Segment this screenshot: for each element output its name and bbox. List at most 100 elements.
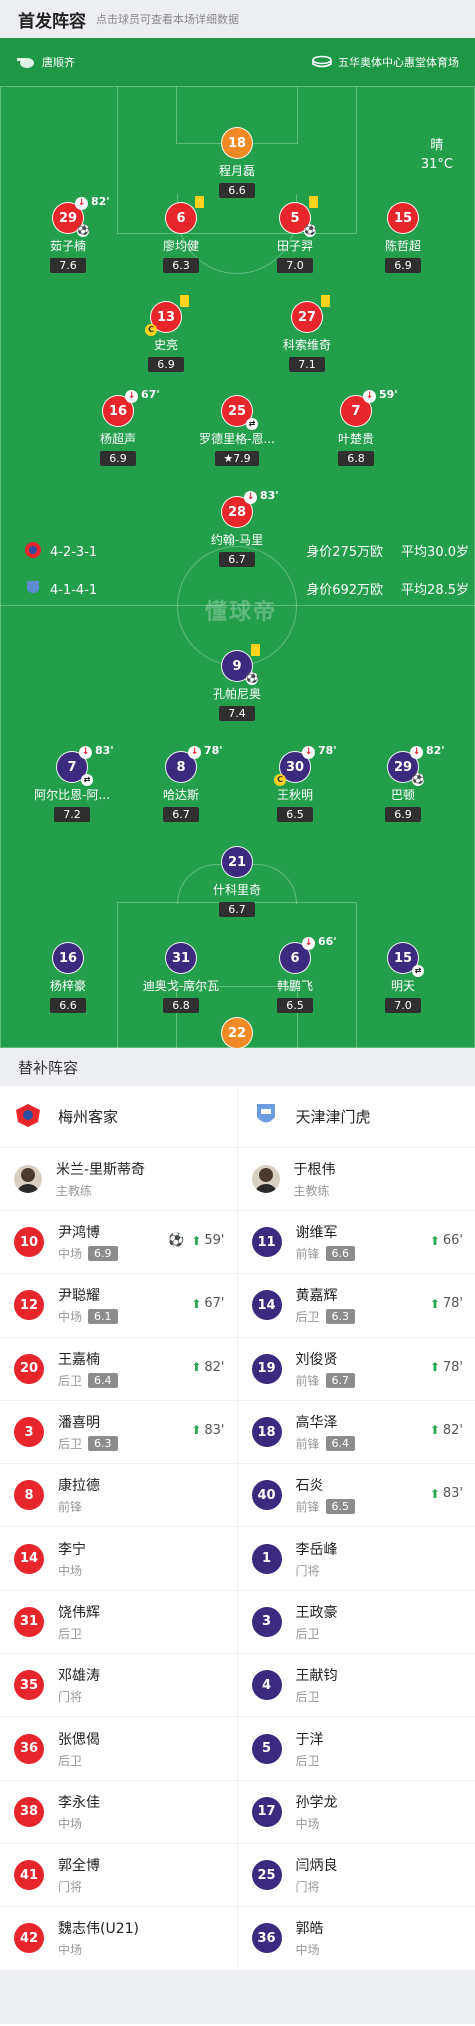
- away-player[interactable]: 9 ⚽ 孔帕尼奥 7.4: [182, 644, 292, 721]
- sub-player-row[interactable]: 38 李永佳 中场: [0, 1781, 237, 1844]
- away-player[interactable]: 29 ↓ 82' ⚽ 巴顿 6.9: [348, 744, 458, 822]
- sub-player-row[interactable]: 14 黄嘉辉 后卫 6.3 ⬆ 78': [237, 1274, 475, 1338]
- substitution-out-icon: ↓: [363, 390, 376, 403]
- away-team-row[interactable]: 天津津门虎: [237, 1086, 475, 1148]
- sub-player-number: 5: [251, 1733, 282, 1764]
- sub-player-row[interactable]: 35 邓雄涛 门将: [0, 1654, 237, 1718]
- home-player[interactable]: 28 ↓ 83' 约翰-马里 6.7: [182, 489, 292, 567]
- player-name: 哈达斯: [162, 788, 199, 802]
- sub-player-row[interactable]: 17 孙学龙 中场: [237, 1781, 475, 1844]
- home-team-value: 身价275万欧: [306, 545, 384, 560]
- sub-player-row[interactable]: 11 谢维军 前锋 6.6 ⬆ 66': [237, 1211, 475, 1275]
- sub-player-row[interactable]: 36 郭皓 中场: [237, 1907, 475, 1971]
- player-number-badge: 7 ↓ 59': [340, 388, 398, 427]
- sub-player-row[interactable]: 42 魏志伟(U21) 中场: [0, 1907, 237, 1971]
- player-rating: 6.6: [50, 998, 86, 1013]
- home-player[interactable]: 29 ↓ 82' ⚽ 茹子楠 7.6: [13, 195, 123, 273]
- sub-player-row[interactable]: 40 石炎 前锋 6.5 ⬆ 83': [237, 1464, 475, 1528]
- sub-player-pos-text: 后卫: [295, 1310, 320, 1325]
- sub-player-row[interactable]: 5 于洋 后卫: [237, 1717, 475, 1781]
- captain-badge-icon: C: [274, 774, 286, 786]
- sub-player-row[interactable]: 31 饶伟辉 后卫: [0, 1591, 237, 1655]
- captain-badge-icon: C: [145, 324, 157, 336]
- sub-player-name: 张偲偈: [58, 1731, 100, 1748]
- away-coach-role: 主教练: [293, 1184, 330, 1198]
- home-player[interactable]: 5 ⚽ 田子羿 7.0: [240, 196, 350, 273]
- home-player[interactable]: 27 科索维奇 7.1: [252, 295, 362, 372]
- home-player[interactable]: 7 ↓ 59' 叶楚贵 6.8: [301, 388, 411, 466]
- home-value: 身价275万欧 平均30.0岁: [306, 541, 469, 560]
- sub-player-pos-text: 门将: [295, 1563, 320, 1578]
- away-coach-row[interactable]: 于根伟 主教练: [237, 1148, 475, 1211]
- home-player[interactable]: 18 程月磊 6.6: [182, 127, 292, 198]
- sub-player-pos-text: 后卫: [58, 1437, 83, 1452]
- substitution-in-icon: ⬆: [429, 1233, 440, 1248]
- away-player[interactable]: 15 ⇄ 明天 7.0: [348, 942, 458, 1013]
- home-avg-age: 平均30.0岁: [401, 545, 469, 560]
- yellow-card-icon: [309, 196, 318, 208]
- sub-player-name: 郭皓: [295, 1921, 324, 1938]
- away-player[interactable]: 8 ↓ 78' 哈达斯 6.7: [126, 744, 236, 822]
- sub-player-row[interactable]: 18 高华泽 前锋 6.4 ⬆ 82': [237, 1401, 475, 1465]
- sub-player-row[interactable]: 4 王献钧 后卫: [237, 1654, 475, 1718]
- sub-player-row[interactable]: 36 张偲偈 后卫: [0, 1717, 237, 1781]
- yellow-card-icon: [251, 644, 260, 656]
- sub-in-event: ⬆ 82': [191, 1360, 224, 1375]
- sub-player-row[interactable]: 1 李岳峰 门将: [237, 1527, 475, 1591]
- pitch: 唐顺齐 五华奥体中心惠堂体育场 晴 31°C 懂球帝 4-2-3-1 身价275…: [0, 38, 475, 1048]
- home-player[interactable]: 13 C 史亮 6.9: [111, 295, 221, 372]
- sub-player-row[interactable]: 10 尹鸿博 中场 6.9 ⚽ ⬆ 59': [0, 1211, 237, 1275]
- away-player[interactable]: 21 什科里奇 6.7: [182, 846, 292, 917]
- home-player[interactable]: 15 陈哲超 6.9: [348, 202, 458, 273]
- sub-player-row[interactable]: 3 潘喜明 后卫 6.3 ⬆ 83': [0, 1401, 237, 1465]
- away-player[interactable]: 16 杨梓豪 6.6: [13, 942, 123, 1013]
- sub-player-rating: 6.1: [88, 1309, 118, 1325]
- player-name: 叶楚贵: [337, 432, 374, 446]
- substitution-out-icon: ↓: [302, 937, 315, 950]
- player-rating: 6.5: [277, 998, 313, 1013]
- sub-player-position: 后卫: [296, 1688, 338, 1705]
- home-team-row[interactable]: 梅州客家: [0, 1086, 237, 1148]
- player-number-badge: 15: [387, 202, 419, 234]
- substitution-minute: 66': [318, 935, 337, 948]
- lineup-title: 首发阵容: [18, 11, 86, 32]
- sub-player-row[interactable]: 14 李宁 中场: [0, 1527, 237, 1591]
- sub-player-info: 刘俊贤 前锋 6.7: [296, 1349, 356, 1389]
- home-formation: 4-2-3-1: [24, 541, 97, 563]
- sub-player-position: 中场: [58, 1815, 100, 1832]
- sub-player-number: 14: [14, 1543, 44, 1574]
- sub-player-number: 12: [14, 1290, 44, 1321]
- player-number-badge: 5 ⚽: [279, 196, 318, 237]
- player-name: 陈哲超: [384, 239, 421, 253]
- player-name: 什科里奇: [212, 883, 261, 897]
- home-player[interactable]: 25 ⇄ 罗德里格-恩... ★7.9: [182, 395, 292, 466]
- away-player[interactable]: 30 ↓ 78' C 王秋明 6.5: [240, 744, 350, 822]
- sub-player-position: 中场 6.9: [58, 1245, 118, 1262]
- home-player[interactable]: 6 廖均健 6.3: [126, 196, 236, 273]
- sub-player-number: 14: [251, 1290, 282, 1321]
- home-coach-row[interactable]: 米兰-里斯蒂奇 主教练: [0, 1148, 237, 1211]
- sub-player-row[interactable]: 12 尹聪耀 中场 6.1 ⬆ 67': [0, 1274, 237, 1338]
- sub-player-pos-text: 中场: [58, 1943, 83, 1958]
- player-rating: 7.6: [50, 258, 86, 273]
- home-coach-name: 米兰-里斯蒂奇: [56, 1162, 146, 1178]
- sub-player-row[interactable]: 3 王政豪 后卫: [237, 1591, 475, 1655]
- away-player[interactable]: 31 迪奥戈-席尔瓦 6.8: [126, 942, 236, 1013]
- sub-player-info: 潘喜明 后卫 6.3: [58, 1412, 118, 1452]
- sub-player-row[interactable]: 20 王嘉楠 后卫 6.4 ⬆ 82': [0, 1338, 237, 1401]
- substitution-out-icon: ↓: [79, 746, 92, 759]
- away-team-logo-icon: [252, 1102, 280, 1132]
- sub-player-info: 李岳峰 门将: [296, 1539, 338, 1579]
- sub-player-name: 李永佳: [58, 1794, 100, 1811]
- player-rating: 6.9: [148, 357, 184, 372]
- sub-player-row[interactable]: 8 康拉德 前锋: [0, 1464, 237, 1528]
- sub-player-pos-text: 前锋: [295, 1500, 320, 1515]
- sub-player-pos-text: 中场: [58, 1310, 83, 1325]
- sub-player-row[interactable]: 19 刘俊贤 前锋 6.7 ⬆ 78': [237, 1338, 475, 1401]
- home-player[interactable]: 16 ↓ 67' 杨超声 6.9: [63, 388, 173, 466]
- away-player[interactable]: 7 ↓ 83' ⇄ 阿尔比恩-阿... 7.2: [17, 744, 127, 822]
- sub-player-row[interactable]: 25 闫炳良 门将: [237, 1844, 475, 1908]
- sub-player-row[interactable]: 41 郭全博 门将: [0, 1844, 237, 1908]
- away-player[interactable]: 6 ↓ 66' 韩鹏飞 6.5: [240, 935, 350, 1013]
- away-player[interactable]: 22方镜淇6.6: [182, 1017, 292, 1048]
